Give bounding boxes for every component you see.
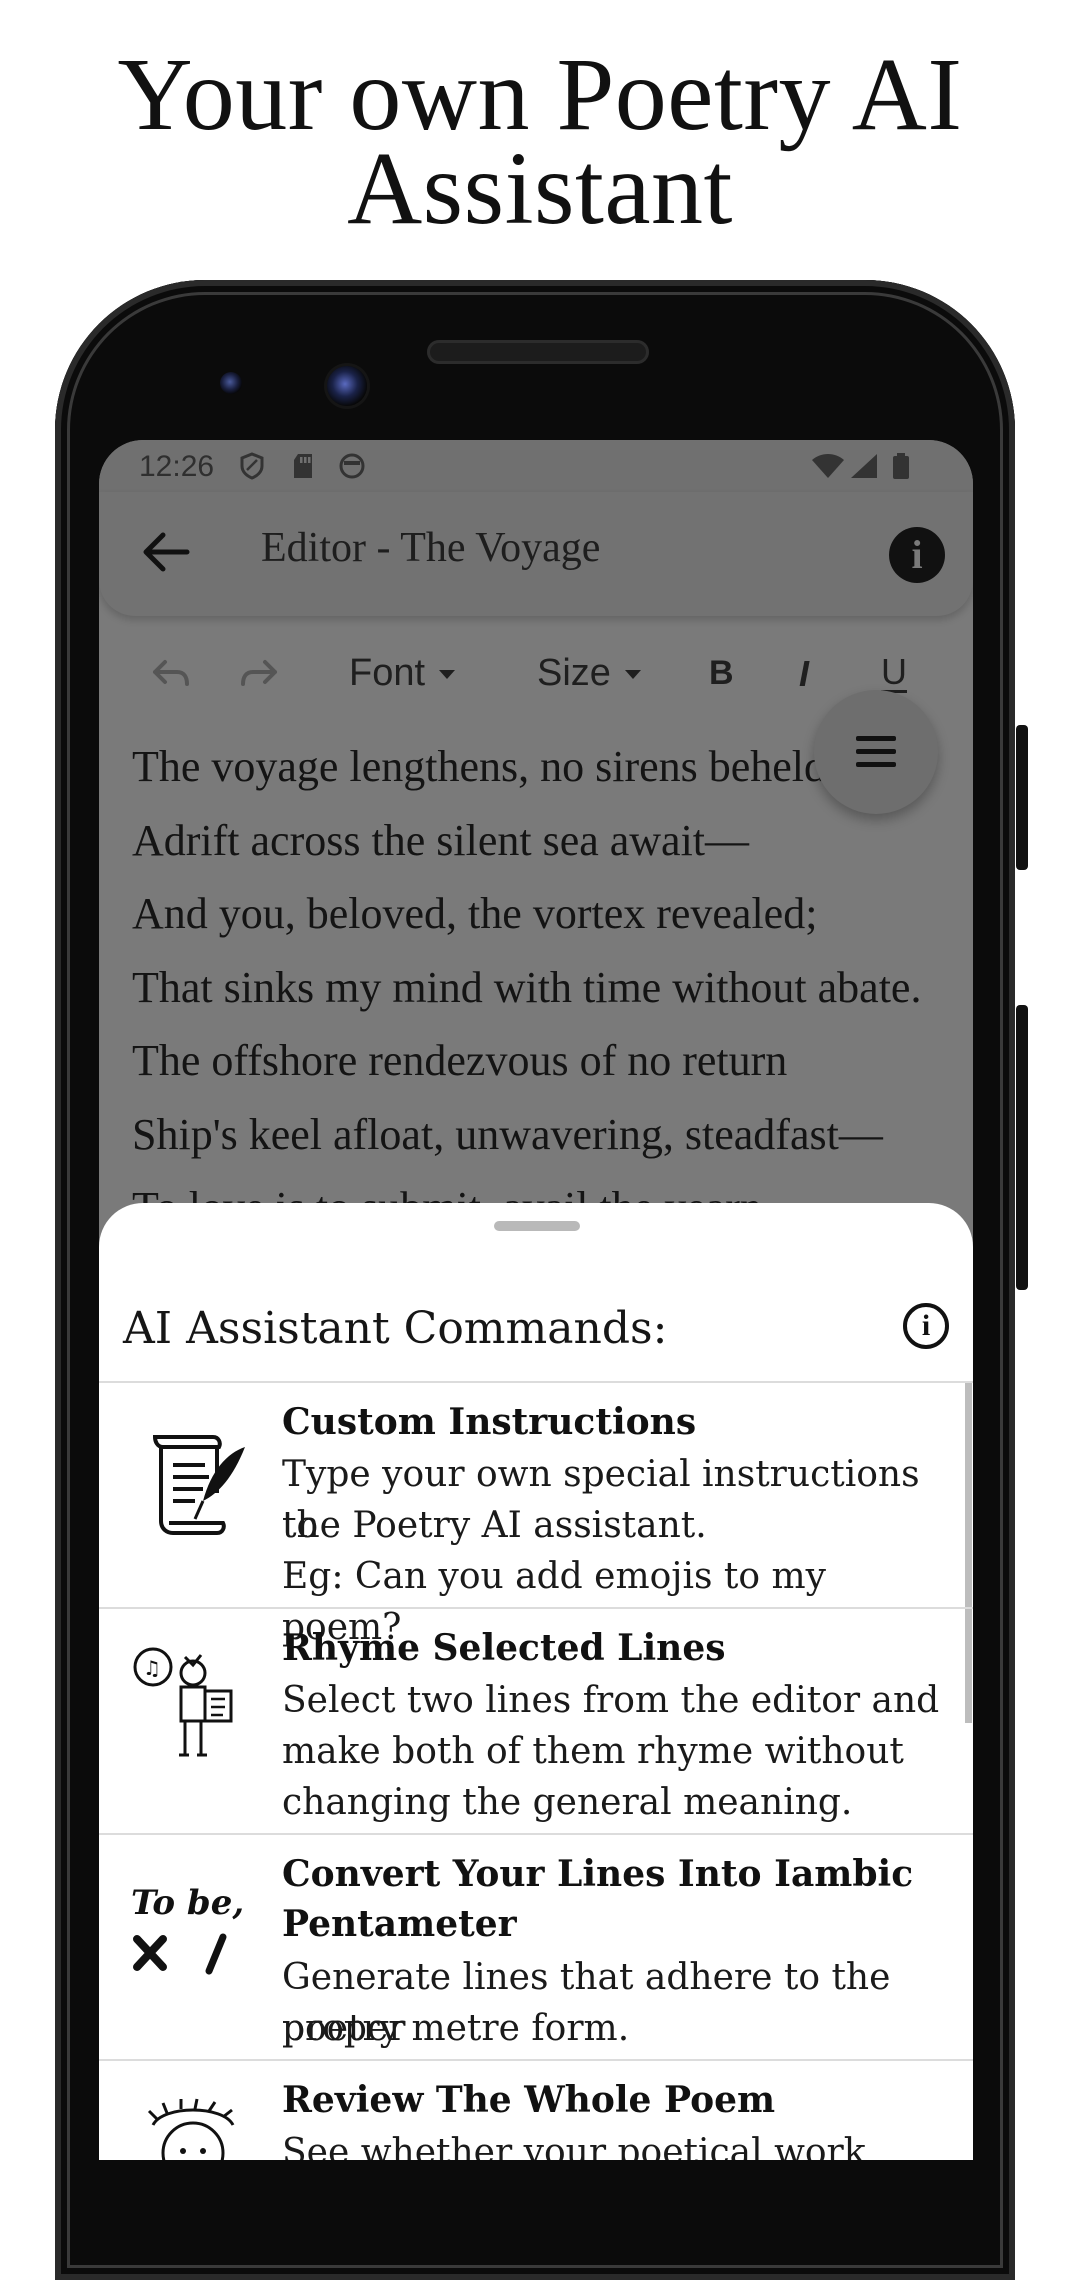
status-bar: 12:26: [99, 440, 973, 492]
app-bar: Editor - The Voyage i: [99, 492, 973, 616]
poem-line: The offshore rendezvous of no return: [132, 1036, 788, 1085]
back-arrow-icon[interactable]: [135, 522, 195, 582]
cross-slash-icon: [133, 1933, 227, 1975]
command-iambic-pentameter[interactable]: To be, Convert Your Lines Into Iambic Pe…: [99, 1835, 973, 2061]
size-dropdown[interactable]: Size: [537, 652, 641, 695]
menu-icon: [856, 736, 896, 741]
size-dropdown-label: Size: [537, 652, 611, 694]
poem-line: Ship's keel afloat, unwavering, steadfas…: [132, 1109, 883, 1159]
face-icon: [339, 453, 365, 479]
drag-handle[interactable]: [494, 1221, 580, 1231]
to-be-icon: To be,: [131, 1883, 261, 1993]
font-dropdown[interactable]: Font: [349, 652, 456, 695]
ai-commands-sheet: AI Assistant Commands: i Custom Instruct…: [99, 1203, 973, 2160]
font-dropdown-label: Font: [349, 652, 426, 694]
headline-line-2: Assistant: [347, 131, 733, 246]
app-screen: 12:26 Editor - The Voyage i Font Size B …: [99, 440, 973, 2160]
power-button: [1016, 725, 1028, 870]
poem-line: That sinks my mind with time without aba…: [132, 962, 922, 1012]
italic-button[interactable]: I: [799, 653, 809, 695]
front-camera-icon: [327, 366, 367, 406]
shield-icon: [240, 452, 264, 480]
chevron-down-icon: [624, 670, 641, 680]
signal-icon: [851, 454, 877, 478]
command-name: Rhyme Selected Lines: [282, 1627, 726, 1669]
headline: Your own Poetry AI Assistant: [0, 37, 1080, 246]
poem-line: And you, beloved, the vortex revealed;: [132, 889, 818, 938]
undo-icon[interactable]: [149, 654, 193, 694]
battery-icon: [893, 453, 909, 479]
headline-line-1: Your own Poetry AI: [117, 37, 963, 152]
command-name: Convert Your Lines Into Iambic: [282, 1853, 914, 1895]
sd-card-icon: [294, 454, 312, 478]
command-rhyme-selected-lines[interactable]: ♫ Rhyme Selected Lines Select two lines …: [99, 1609, 973, 1835]
volume-button: [1016, 1005, 1028, 1290]
bold-button[interactable]: B: [709, 654, 734, 693]
menu-icon-bar: [856, 762, 896, 767]
wifi-icon: [812, 454, 844, 478]
menu-fab[interactable]: [814, 690, 938, 814]
command-review-whole-poem[interactable]: Review The Whole Poem See whether your p…: [99, 2061, 973, 2160]
menu-icon-bar: [856, 749, 896, 754]
redo-icon[interactable]: [237, 654, 281, 694]
svg-text:♫: ♫: [143, 1656, 161, 1680]
scroll-quill-icon: [152, 1435, 245, 1535]
command-custom-instructions[interactable]: Custom Instructions Type your own specia…: [99, 1383, 973, 1648]
speaker-grille: [427, 340, 649, 364]
info-button[interactable]: i: [889, 527, 945, 583]
command-name: Review The Whole Poem: [282, 2079, 776, 2121]
status-time: 12:26: [139, 450, 215, 483]
to-be-icon-text: To be,: [131, 1883, 245, 1923]
poet-reading-icon: ♫: [133, 1647, 233, 1757]
command-name: Custom Instructions: [282, 1401, 697, 1443]
poem-line: Adrift across the silent sea await—: [132, 815, 750, 865]
underline-button[interactable]: U: [881, 651, 907, 693]
command-desc: Select two lines from the editor and: [282, 1680, 940, 1721]
command-desc: See whether your poetical work follows: [282, 2132, 866, 2160]
sensor-icon: [220, 372, 242, 394]
sheet-title: AI Assistant Commands:: [123, 1303, 668, 1354]
command-name-line-2: Pentameter: [282, 1903, 517, 1945]
command-desc: poetry metre form.: [282, 2008, 630, 2049]
command-desc: make both of them rhyme without: [282, 1731, 904, 1772]
laurel-head-icon: [147, 2098, 235, 2160]
command-desc: changing the general meaning.: [282, 1782, 853, 1823]
sheet-info-icon[interactable]: i: [903, 1303, 949, 1349]
chevron-down-icon: [439, 670, 456, 680]
editor-title: Editor - The Voyage: [261, 525, 601, 571]
command-desc: the Poetry AI assistant.: [282, 1505, 707, 1546]
poem-editor[interactable]: The voyage lengthens, no sirens beheld A…: [132, 730, 962, 1245]
